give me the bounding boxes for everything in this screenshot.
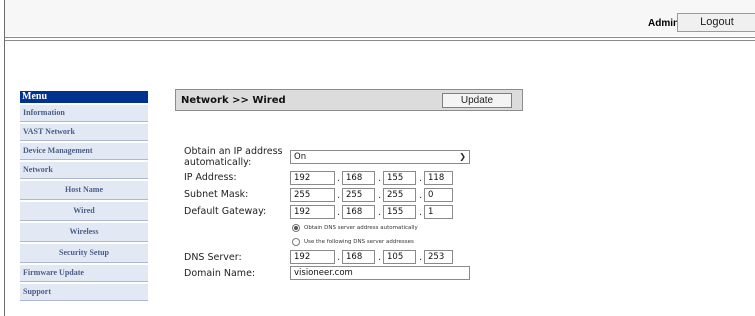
- gateway-dot: .: [419, 207, 423, 218]
- dns-octet-2[interactable]: 168: [342, 250, 375, 264]
- ip-dot: .: [419, 173, 423, 184]
- dns-octet-3[interactable]: 105: [383, 250, 416, 264]
- ip-octet-1[interactable]: 192: [290, 171, 335, 185]
- gateway-dot: .: [337, 207, 341, 218]
- subnet-octet-2[interactable]: 255: [342, 188, 375, 202]
- subnet-octet-4[interactable]: 0: [424, 188, 453, 202]
- dns-octet-1[interactable]: 192: [290, 250, 335, 264]
- menu-item-support[interactable]: Support: [20, 284, 148, 301]
- header-divider-lower: [5, 40, 755, 41]
- gateway-octet-1[interactable]: 192: [290, 205, 335, 219]
- obtain-ip-label: Obtain an IP address: [184, 146, 283, 157]
- obtain-ip-value: On: [294, 152, 307, 162]
- dns-dot: .: [378, 252, 382, 263]
- admin-label: Admin: [648, 18, 680, 29]
- subnet-octet-1[interactable]: 255: [290, 188, 335, 202]
- obtain-ip-label-cont: automatically:: [184, 157, 252, 168]
- menu-item-information[interactable]: Information: [20, 105, 148, 122]
- gateway-octet-3[interactable]: 155: [383, 205, 416, 219]
- gateway-octet-4[interactable]: 1: [424, 205, 453, 219]
- ip-octet-2[interactable]: 168: [342, 171, 375, 185]
- top-bar: [5, 0, 755, 36]
- dns-dot: .: [419, 252, 423, 263]
- ip-address-label: IP Address:: [184, 172, 237, 183]
- menu-item-security-setup[interactable]: Security Setup: [20, 244, 148, 263]
- page-title: Network >> Wired: [181, 95, 286, 106]
- menu-item-wireless[interactable]: Wireless: [20, 223, 148, 242]
- dns-manual-radio[interactable]: [292, 238, 300, 246]
- subnet-dot: .: [337, 190, 341, 201]
- chevron-down-icon: ❯: [459, 152, 466, 161]
- menu-item-network[interactable]: Network: [20, 162, 148, 179]
- ip-dot: .: [378, 173, 382, 184]
- gateway-label: Default Gateway:: [184, 206, 267, 217]
- menu-item-wired[interactable]: Wired: [20, 202, 148, 221]
- ip-octet-3[interactable]: 155: [383, 171, 416, 185]
- menu-title: Menu: [20, 91, 148, 103]
- subnet-octet-3[interactable]: 255: [383, 188, 416, 202]
- ip-octet-4[interactable]: 118: [424, 171, 453, 185]
- dns-server-label: DNS Server:: [184, 252, 242, 263]
- domain-name-input[interactable]: visioneer.com: [290, 266, 470, 280]
- gateway-dot: .: [378, 207, 382, 218]
- ip-dot: .: [337, 173, 341, 184]
- obtain-ip-select[interactable]: On ❯: [290, 150, 470, 164]
- dns-manual-label: Use the following DNS server addresses: [304, 239, 414, 245]
- dns-auto-label: Obtain DNS server address automatically: [304, 225, 418, 231]
- menu-item-firmware-update[interactable]: Firmware Update: [20, 265, 148, 282]
- update-button[interactable]: Update: [442, 93, 512, 108]
- gateway-octet-2[interactable]: 168: [342, 205, 375, 219]
- menu-item-host-name[interactable]: Host Name: [20, 181, 148, 200]
- logout-button[interactable]: Logout: [677, 13, 755, 32]
- subnet-dot: .: [378, 190, 382, 201]
- menu-item-device-management[interactable]: Device Management: [20, 143, 148, 160]
- dns-auto-radio[interactable]: [292, 224, 300, 232]
- sidebar-menu: Menu Information VAST Network Device Man…: [20, 91, 148, 303]
- menu-item-vast-network[interactable]: VAST Network: [20, 124, 148, 141]
- subnet-dot: .: [419, 190, 423, 201]
- panel-header: Network >> Wired Update: [175, 89, 523, 111]
- header-divider: [5, 37, 755, 38]
- dns-dot: .: [337, 252, 341, 263]
- dns-octet-4[interactable]: 253: [424, 250, 453, 264]
- domain-name-label: Domain Name:: [184, 268, 256, 279]
- subnet-mask-label: Subnet Mask:: [184, 189, 249, 200]
